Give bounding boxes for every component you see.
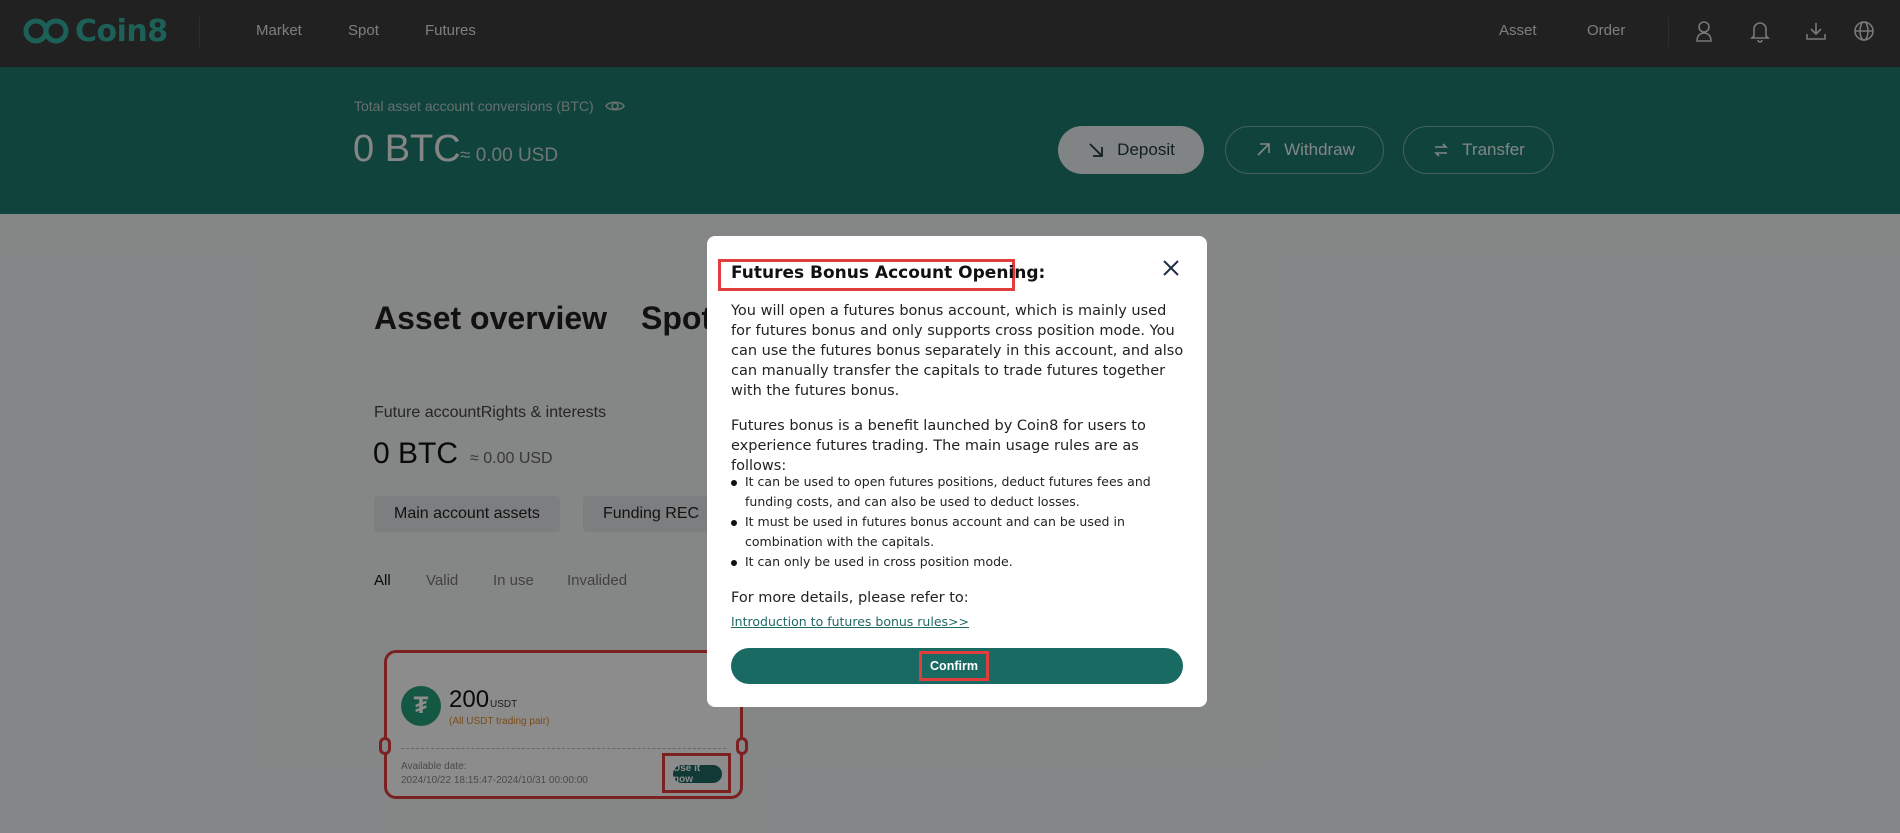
confirm-highlight: Confirm [919,651,989,681]
list-item: It can only be used in cross position mo… [731,552,1189,572]
bullet-icon [731,559,737,566]
rules-list: It can be used to open futures positions… [731,472,1189,572]
rule-text: It can only be used in cross position mo… [745,554,1013,569]
bullet-icon [731,479,737,486]
confirm-label: Confirm [930,659,978,673]
rule-text: It must be used in futures bonus account… [745,514,1125,549]
futures-bonus-modal: Futures Bonus Account Opening: You will … [707,236,1207,707]
modal-paragraph-1: You will open a futures bonus account, w… [731,303,1184,399]
bullet-icon [731,519,737,526]
modal-paragraph-2: Futures bonus is a benefit launched by C… [731,418,1146,474]
list-item: It can be used to open futures positions… [731,472,1189,512]
confirm-button[interactable]: Confirm [731,648,1183,684]
modal-title: Futures Bonus Account Opening: [731,263,1046,283]
more-details-text: For more details, please refer to: [731,590,969,606]
rule-text: It can be used to open futures positions… [745,474,1151,509]
bonus-rules-link[interactable]: Introduction to futures bonus rules>> [731,614,969,629]
close-icon[interactable] [1159,256,1183,280]
list-item: It must be used in futures bonus account… [731,512,1189,552]
